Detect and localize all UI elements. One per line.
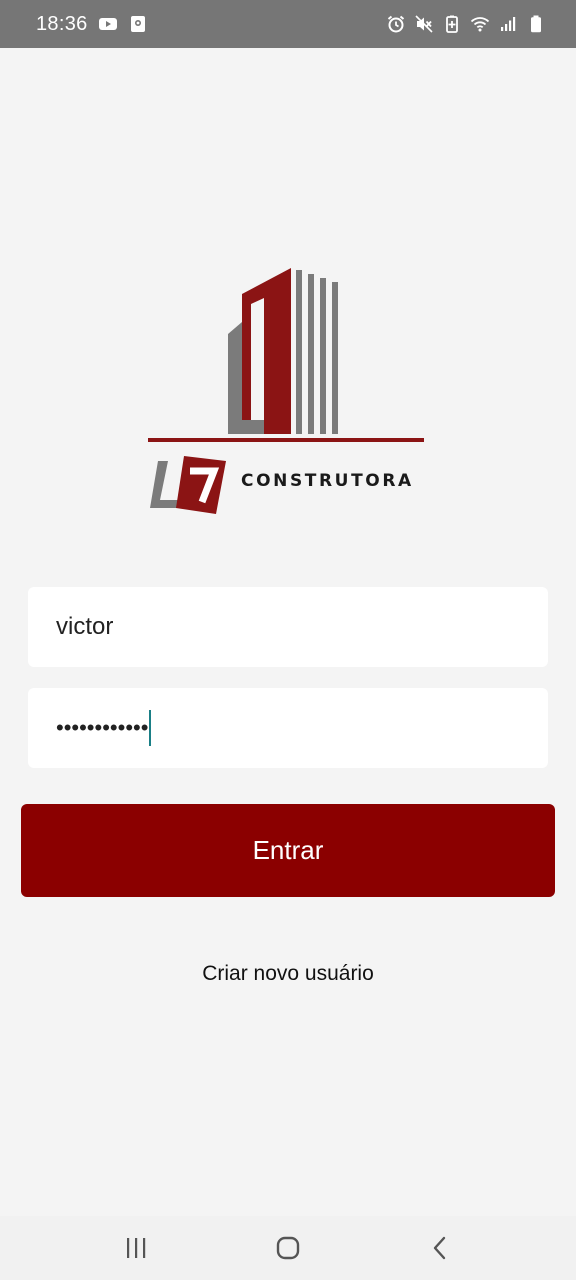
status-bar: 18:36 — [0, 0, 576, 48]
youtube-icon — [98, 14, 118, 34]
mute-icon — [414, 14, 434, 34]
brand-name: CONSTRUTORA — [241, 471, 414, 491]
password-value: •••••••••••• — [56, 715, 149, 740]
navigation-bar — [0, 1216, 576, 1280]
login-button[interactable]: Entrar — [21, 804, 555, 897]
wifi-icon — [470, 14, 490, 34]
username-field[interactable]: victor — [28, 587, 548, 667]
signal-icon — [498, 14, 518, 34]
battery-saver-icon — [442, 14, 462, 34]
username-value: victor — [56, 613, 114, 640]
status-right — [386, 14, 546, 34]
recent-apps-icon — [127, 1238, 146, 1258]
company-logo: CONSTRUTORA — [146, 264, 430, 520]
create-user-link[interactable]: Criar novo usuário — [0, 962, 576, 986]
password-field[interactable]: •••••••••••• — [28, 688, 548, 768]
status-time: 18:36 — [36, 12, 88, 35]
alarm-icon — [386, 14, 406, 34]
recent-apps-button[interactable] — [106, 1220, 166, 1276]
back-icon — [433, 1236, 446, 1260]
back-button[interactable] — [410, 1220, 470, 1276]
battery-icon — [526, 14, 546, 34]
status-left: 18:36 — [36, 13, 148, 36]
text-cursor — [149, 710, 152, 746]
password-content: •••••••••••• — [56, 710, 152, 746]
screenshot-icon — [128, 14, 148, 34]
login-screen: 18:36 CONSTRUTORA victor •••••••••••• En… — [0, 0, 576, 1280]
home-button[interactable] — [258, 1220, 318, 1276]
home-icon — [276, 1236, 300, 1260]
